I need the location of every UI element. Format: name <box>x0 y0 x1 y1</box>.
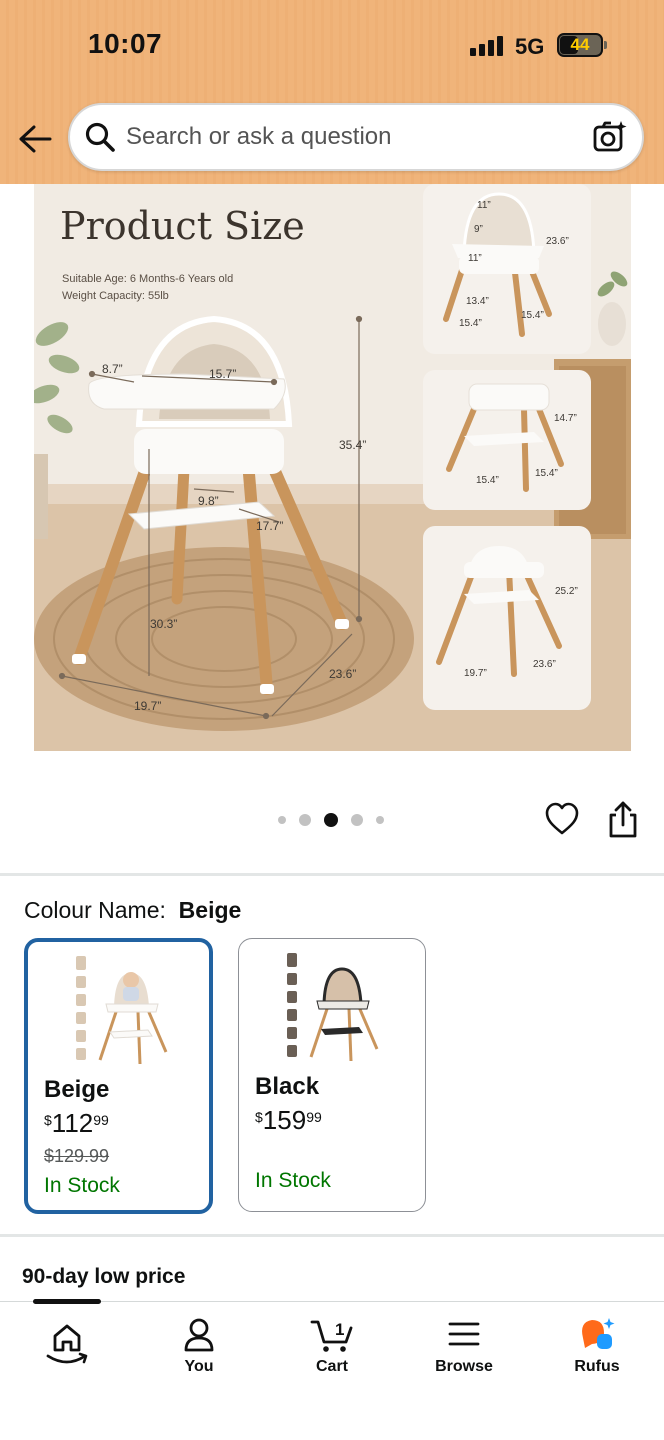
cart-icon: 1 <box>310 1320 353 1352</box>
search-icon <box>85 122 115 152</box>
carousel-dot[interactable] <box>324 813 338 827</box>
swatch-stock: In Stock <box>44 1174 120 1197</box>
cart-count: 1 <box>335 1320 344 1339</box>
dim-height: 35.4” <box>339 438 367 452</box>
p2-dim-a: 14.7” <box>554 413 577 424</box>
p1-dim-a: 11” <box>477 200 491 211</box>
p3-dim-b: 19.7” <box>464 668 487 679</box>
nav-active-indicator <box>33 1299 101 1304</box>
dim-seat-width: 15.7” <box>209 367 237 381</box>
bottom-nav: You 1 Cart Browse Rufus <box>0 1299 664 1440</box>
section-divider <box>0 873 664 876</box>
home-icon <box>46 1324 88 1364</box>
menu-icon <box>448 1322 480 1346</box>
dim-seat-height: 30.3” <box>150 617 178 631</box>
p3-dim-a: 25.2” <box>555 586 578 597</box>
nav-cart[interactable]: 1 Cart <box>277 1316 387 1388</box>
dim-footrest: 9.8” <box>198 494 219 508</box>
share-icon[interactable] <box>606 800 640 840</box>
swatch-name: Black <box>255 1073 320 1100</box>
p2-dim-c: 15.4” <box>535 468 558 479</box>
colour-selected-name: Beige <box>178 897 242 923</box>
p1-dim-b: 9” <box>474 224 483 235</box>
p2-dim-b: 15.4” <box>476 475 499 486</box>
signal-icon <box>470 36 506 56</box>
wishlist-heart-icon[interactable] <box>544 801 580 837</box>
network-type: 5G <box>515 34 545 59</box>
camera-search-icon[interactable] <box>592 119 628 155</box>
dim-tray: 8.7” <box>102 362 123 376</box>
price-currency: $ <box>255 1109 263 1125</box>
nav-label: You <box>184 1358 214 1375</box>
price-whole: 159 <box>262 1105 307 1135</box>
nav-rufus[interactable]: Rufus <box>542 1316 652 1388</box>
carousel-dot[interactable] <box>376 816 384 824</box>
app-header: 10:07 5G 44 <box>0 0 664 184</box>
back-button[interactable] <box>16 120 54 158</box>
p1-dim-g: 15.4” <box>521 310 544 321</box>
carousel-dot[interactable] <box>299 814 311 826</box>
price-whole: 112 <box>51 1108 94 1138</box>
colour-label-text: Colour Name: <box>24 897 166 923</box>
nav-label: Browse <box>435 1358 493 1375</box>
swatch-was-price: $129.99 <box>44 1146 110 1166</box>
p1-dim-c: 11” <box>468 253 482 264</box>
low-price-label: 90-day low price <box>22 1265 186 1288</box>
p1-dim-d: 23.6” <box>546 236 569 247</box>
nav-home[interactable] <box>12 1316 122 1388</box>
carousel-dots[interactable] <box>278 813 384 827</box>
battery-level: 44 <box>570 35 590 54</box>
image-title: Product Size <box>60 204 305 248</box>
nav-label: Rufus <box>574 1358 620 1375</box>
status-time: 10:07 <box>88 28 163 59</box>
price-currency: $ <box>44 1112 52 1128</box>
carousel-dot[interactable] <box>278 816 286 824</box>
swatch-price: $15999 <box>255 1105 322 1136</box>
nav-browse[interactable]: Browse <box>409 1316 519 1388</box>
search-input[interactable] <box>126 117 576 157</box>
image-weight-text: Weight Capacity: 55lb <box>62 290 169 302</box>
search-bar[interactable] <box>68 103 644 171</box>
section-divider <box>0 1234 664 1237</box>
price-fraction: 99 <box>93 1112 109 1128</box>
swatch-stock: In Stock <box>255 1169 331 1192</box>
price-fraction: 99 <box>306 1109 322 1125</box>
battery-icon: 44 <box>557 33 603 57</box>
beige-chair-thumbnail <box>76 956 168 1065</box>
carousel-dot[interactable] <box>351 814 363 826</box>
colour-option-beige[interactable]: Beige $11299 $129.99 In Stock <box>24 938 213 1214</box>
dim-base-depth: 23.6” <box>329 667 357 681</box>
product-image[interactable]: Product Size Suitable Age: 6 Months-6 Ye… <box>34 184 631 751</box>
dim-base-width: 19.7” <box>134 699 162 713</box>
swatch-price: $11299 <box>44 1108 109 1139</box>
nav-label: Cart <box>315 1358 348 1375</box>
nav-you[interactable]: You <box>144 1316 254 1388</box>
p1-dim-f: 15.4” <box>459 318 482 329</box>
colour-option-black[interactable]: Black $15999 In Stock <box>238 938 426 1212</box>
image-age-text: Suitable Age: 6 Months-6 Years old <box>62 273 234 285</box>
colour-label: Colour Name: Beige <box>24 897 241 924</box>
black-chair-thumbnail <box>287 953 379 1062</box>
p1-dim-e: 13.4” <box>466 296 489 307</box>
arrow-left-icon <box>19 125 52 153</box>
dim-footrest-width: 17.7” <box>256 519 284 533</box>
swatch-name: Beige <box>44 1076 110 1103</box>
p3-dim-c: 23.6” <box>533 659 556 670</box>
person-icon <box>184 1318 214 1352</box>
rufus-icon <box>582 1318 615 1349</box>
